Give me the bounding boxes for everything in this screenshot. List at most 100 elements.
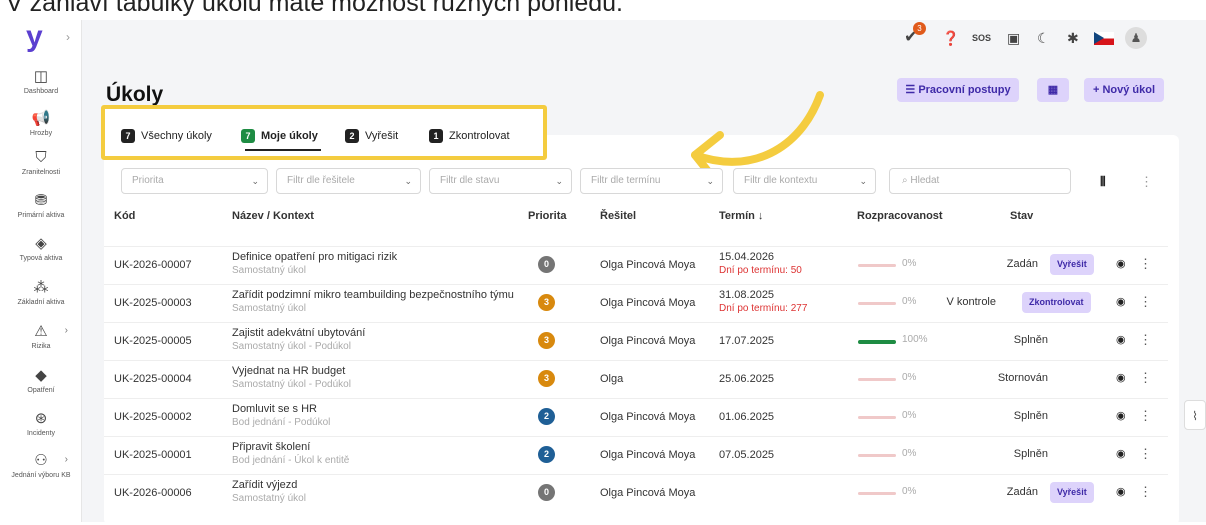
task-code[interactable]: UK-2026-00007 (114, 259, 192, 271)
eye-icon[interactable]: ◉ (1116, 447, 1126, 460)
sidebar-item-9[interactable]: ⊛ Incidenty (0, 410, 82, 438)
table-row[interactable]: UK-2025-00004 Vyjednat na HR budget Samost… (104, 360, 1168, 397)
task-name-cell[interactable]: Zařídit výjezd Samostatný úkol (232, 479, 306, 504)
sidebar-item-1[interactable]: ◫ Dashboard (0, 68, 82, 96)
tab-4[interactable]: 1 Zkontrolovat (429, 129, 510, 143)
header-state[interactable]: Stav (1010, 210, 1033, 222)
tab-label: Vyřešit (365, 130, 399, 142)
brand-logo[interactable]: y (26, 22, 43, 52)
review-button[interactable]: Zkontrolovat (1022, 292, 1091, 313)
priority-filter[interactable]: Priorita ⌄ (121, 168, 268, 194)
calendar-button[interactable]: ▦ (1037, 78, 1069, 102)
sidebar-item-8[interactable]: ◆ Opatření (0, 367, 82, 395)
more-icon[interactable]: ⋮ (1139, 370, 1152, 386)
settings-icon[interactable]: ✱ (1067, 30, 1079, 47)
sidebar-item-5[interactable]: ◈ Typová aktiva (0, 235, 82, 263)
help-icon[interactable]: ❓ (942, 30, 959, 47)
task-name-cell[interactable]: Domluvit se s HR Bod jednání - Podúkol (232, 403, 330, 428)
progress-bar (858, 264, 896, 267)
sidebar-item-6[interactable]: ⁂ Základní aktiva (0, 279, 82, 307)
search-input[interactable]: ⌕ Hledat (889, 168, 1071, 194)
more-icon[interactable]: ⋮ (1139, 408, 1152, 424)
sidebar-item-3[interactable]: ⛉ Zranitelnosti (0, 149, 82, 177)
task-name: Zařídit podzimní mikro teambuilding bezp… (232, 289, 514, 301)
eye-icon[interactable]: ◉ (1116, 333, 1126, 346)
resolve-button[interactable]: Vyřešit (1050, 482, 1094, 503)
eye-icon[interactable]: ◉ (1116, 295, 1126, 308)
task-name-cell[interactable]: Zajistit adekvátní ubytování Samostatný ú… (232, 327, 365, 352)
task-code[interactable]: UK-2025-00001 (114, 449, 192, 461)
header-solver[interactable]: Řešitel (600, 210, 636, 222)
deadline-filter[interactable]: Filtr dle termínu ⌄ (580, 168, 723, 194)
task-context: Samostatný úkol - Podúkol (232, 341, 351, 352)
task-code[interactable]: UK-2025-00003 (114, 297, 192, 309)
task-code[interactable]: UK-2025-00004 (114, 373, 192, 385)
progress-value: 0% (902, 372, 917, 383)
workflows-button[interactable]: ☰ Pracovní postupy (897, 78, 1019, 102)
eye-icon[interactable]: ◉ (1116, 409, 1126, 422)
header-deadline[interactable]: Termín ↓ (719, 210, 763, 222)
new-task-button[interactable]: + Nový úkol (1084, 78, 1164, 102)
sos-icon[interactable]: SOS (972, 33, 991, 43)
tab-label: Zkontrolovat (449, 130, 510, 142)
task-name-cell[interactable]: Vyjednat na HR budget Samostatný úkol - P… (232, 365, 351, 390)
solver-filter[interactable]: Filtr dle řešitele ⌄ (276, 168, 421, 194)
more-icon[interactable]: ⋮ (1139, 294, 1152, 310)
pdf-icon[interactable]: ▣ (1007, 30, 1020, 47)
task-code[interactable]: UK-2025-00002 (114, 411, 192, 423)
task-context: Samostatný úkol (232, 493, 306, 504)
table-row[interactable]: UK-2025-00005 Zajistit adekvátní ubytován… (104, 322, 1168, 359)
sidebar-item-4[interactable]: ⛃ Primární aktiva (0, 192, 82, 220)
sidebar-item-7[interactable]: ⚠ Rizika › (0, 323, 82, 351)
state-filter[interactable]: Filtr dle stavu ⌄ (429, 168, 572, 194)
more-icon[interactable]: ⋮ (1140, 174, 1153, 190)
eye-icon[interactable]: ◉ (1116, 371, 1126, 384)
table-row[interactable]: UK-2026-00007 Definice opatření pro mitig… (104, 246, 1168, 283)
calendar-icon: ▦ (1047, 84, 1059, 96)
task-deadline: 25.06.2025 (719, 373, 775, 385)
sidebar-item-2[interactable]: 📢 Hrozby (0, 110, 82, 138)
header-progress[interactable]: Rozpracovanost (857, 210, 943, 222)
task-code[interactable]: UK-2025-00005 (114, 335, 192, 347)
progress-bar (858, 454, 896, 457)
shield-icon: ⛉ (35, 149, 47, 166)
task-name-cell[interactable]: Zařídit podzimní mikro teambuilding bezp… (232, 289, 514, 314)
header-priority[interactable]: Priorita (528, 210, 567, 222)
sidebar: y › ◫ Dashboard 📢 Hrozby ⛉ Zranitelnosti ⛃ Prim… (0, 20, 82, 522)
tab-3[interactable]: 2 Vyřešit (345, 129, 398, 143)
user-icon[interactable]: ♟ (1125, 27, 1147, 49)
header-name[interactable]: Název / Kontext (232, 210, 314, 222)
table-row[interactable]: UK-2025-00002 Domluvit se s HR Bod jednání… (104, 398, 1168, 435)
more-icon[interactable]: ⋮ (1139, 484, 1152, 500)
tab-1[interactable]: 7 Všechny úkoly (121, 129, 212, 143)
more-icon[interactable]: ⋮ (1139, 332, 1152, 348)
resolve-button[interactable]: Vyřešit (1050, 254, 1094, 275)
tab-2[interactable]: 7 Moje úkoly (241, 129, 318, 143)
task-name-cell[interactable]: Definice opatření pro mitigaci rizik Samo… (232, 251, 397, 276)
progress-bar (858, 492, 896, 495)
table-row[interactable]: UK-2026-00006 Zařídit výjezd Samostatný úk… (104, 474, 1168, 511)
task-code[interactable]: UK-2026-00006 (114, 487, 192, 499)
context-filter[interactable]: Filtr dle kontextu ⌄ (733, 168, 876, 194)
search-placeholder: Hledat (910, 175, 940, 186)
flag-cz-icon[interactable] (1094, 32, 1114, 45)
table-row[interactable]: UK-2025-00003 Zařídit podzimní mikro team… (104, 284, 1168, 321)
task-deadline: 01.06.2025 (719, 411, 775, 423)
more-icon[interactable]: ⋮ (1139, 446, 1152, 462)
page-title: Úkoly (106, 83, 164, 106)
table-row[interactable]: UK-2025-00001 Připravit školení Bod jednán… (104, 436, 1168, 473)
sidebar-expand-icon[interactable]: › (66, 30, 70, 44)
sidebar-item-10[interactable]: ⚇ Jednání výboru KB › (0, 452, 82, 480)
task-state: Splněn (1013, 448, 1048, 460)
eye-icon[interactable]: ◉ (1116, 485, 1126, 498)
eye-icon[interactable]: ◉ (1116, 257, 1126, 270)
task-name-cell[interactable]: Připravit školení Bod jednání - Úkol k en… (232, 441, 349, 466)
columns-icon[interactable]: ⦀ (1100, 174, 1106, 190)
more-icon[interactable]: ⋮ (1139, 256, 1152, 272)
priority-badge: 2 (538, 408, 555, 425)
header-code[interactable]: Kód (114, 210, 135, 222)
sidebar-item-label: Typová aktiva (19, 255, 63, 262)
task-state: Zadán (1006, 258, 1038, 270)
moon-icon[interactable]: ☾ (1037, 30, 1050, 47)
side-panel-handle[interactable]: ⌇ (1184, 400, 1206, 430)
